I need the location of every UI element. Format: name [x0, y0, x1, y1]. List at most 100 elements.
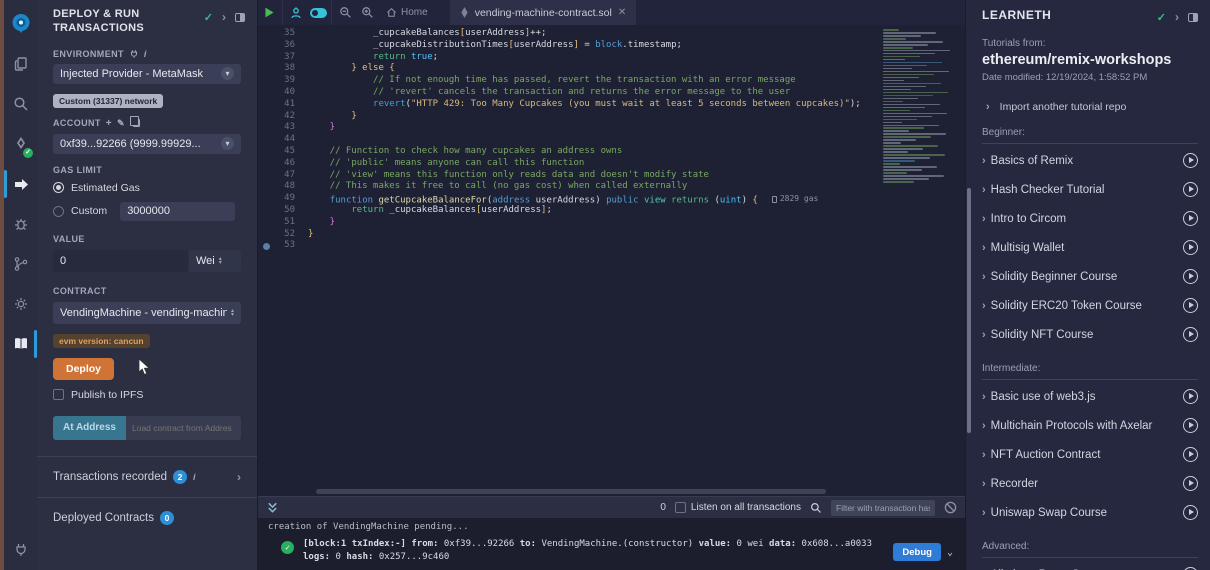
line-number[interactable]: 51: [258, 217, 308, 229]
remix-logo[interactable]: [4, 4, 37, 44]
collapse-panel-icon[interactable]: ›: [222, 10, 226, 24]
sign-message-icon[interactable]: ✎: [117, 118, 125, 129]
line-number[interactable]: 35: [258, 28, 308, 40]
publish-ipfs-checkbox[interactable]: [53, 389, 64, 400]
tutorial-item[interactable]: ›Hash Checker Tutorial: [982, 175, 1198, 204]
play-tutorial-icon[interactable]: [1183, 153, 1198, 168]
copilot-toggle[interactable]: [307, 0, 329, 25]
copy-account-icon[interactable]: [133, 119, 140, 127]
pin-panel-icon[interactable]: [235, 13, 245, 22]
zoom-in-icon[interactable]: [356, 0, 378, 25]
plug-icon[interactable]: [129, 49, 139, 59]
chevron-down-icon[interactable]: ▾: [221, 137, 234, 150]
environment-select[interactable]: Injected Provider - MetaMask ▾: [53, 64, 241, 84]
line-number[interactable]: 48: [258, 181, 308, 193]
value-unit-select[interactable]: Wei ▴▾: [189, 250, 241, 272]
debug-button[interactable]: Debug: [893, 543, 941, 561]
horizontal-scrollbar[interactable]: [316, 489, 826, 494]
zoom-out-icon[interactable]: [334, 0, 356, 25]
play-tutorial-icon[interactable]: [1183, 269, 1198, 284]
breakpoint-dot[interactable]: [263, 243, 270, 250]
line-number[interactable]: 41: [258, 99, 308, 111]
close-tab-icon[interactable]: ✕: [618, 7, 626, 18]
line-number[interactable]: 45: [258, 146, 308, 158]
settings-icon[interactable]: [4, 284, 37, 324]
transactions-recorded-row[interactable]: Transactions recorded 2 i ›: [53, 457, 241, 497]
custom-gas-input[interactable]: [120, 202, 235, 221]
line-number[interactable]: 44: [258, 134, 308, 146]
play-tutorial-icon[interactable]: [1183, 182, 1198, 197]
add-account-icon[interactable]: +: [106, 118, 112, 129]
learneth-icon[interactable]: [4, 324, 37, 364]
run-script-button[interactable]: [258, 0, 280, 25]
tutorial-item[interactable]: ›Intro to Circom: [982, 204, 1198, 233]
value-input[interactable]: [53, 250, 188, 272]
collapse-panel-icon[interactable]: ›: [1175, 10, 1179, 24]
debugger-icon[interactable]: [4, 204, 37, 244]
editor-minimap[interactable]: [883, 29, 959, 184]
code-editor[interactable]: 35 _cupcakeBalances[userAddress]++;36 _c…: [258, 25, 965, 496]
git-icon[interactable]: [4, 244, 37, 284]
search-icon[interactable]: [810, 502, 822, 514]
line-number[interactable]: 39: [258, 75, 308, 87]
at-address-button[interactable]: At Address: [53, 416, 126, 440]
terminal-body[interactable]: creation of VendingMachine pending... ✓ …: [258, 518, 965, 570]
solidity-compiler-icon[interactable]: ✓: [4, 124, 37, 164]
line-number[interactable]: 36: [258, 40, 308, 52]
deploy-run-icon[interactable]: [4, 164, 37, 204]
tutorial-item[interactable]: ›Recorder: [982, 469, 1198, 498]
line-number[interactable]: 40: [258, 87, 308, 99]
tab-vending-machine-contract[interactable]: vending-machine-contract.sol ✕: [450, 0, 637, 25]
tutorial-item[interactable]: ›Solidity Beginner Course: [982, 262, 1198, 291]
tutorial-item[interactable]: ›Solidity NFT Course: [982, 320, 1198, 349]
play-tutorial-icon[interactable]: [1183, 211, 1198, 226]
tutorial-item[interactable]: ›Solidity ERC20 Token Course: [982, 291, 1198, 320]
import-repo-row[interactable]: › Import another tutorial repo: [982, 101, 1198, 113]
deploy-button[interactable]: Deploy: [53, 358, 114, 380]
panel-scrollbar[interactable]: [967, 188, 971, 433]
play-tutorial-icon[interactable]: [1183, 418, 1198, 433]
at-address-input[interactable]: [126, 416, 241, 440]
tutorial-item[interactable]: ›Uniswap Swap Course: [982, 498, 1198, 527]
account-select[interactable]: 0xf39...92266 (9999.99929... ▾: [53, 134, 241, 154]
info-icon[interactable]: i: [193, 472, 196, 482]
line-number[interactable]: 42: [258, 111, 308, 123]
terminal-filter-input[interactable]: [831, 500, 935, 516]
line-number[interactable]: 37: [258, 52, 308, 64]
listen-checkbox[interactable]: [675, 502, 686, 513]
chevron-down-icon[interactable]: ▾: [221, 67, 234, 80]
ai-assistant-icon[interactable]: [285, 0, 307, 25]
line-number[interactable]: 53: [258, 240, 308, 252]
file-explorer-icon[interactable]: [4, 44, 37, 84]
pin-panel-icon[interactable]: [1188, 13, 1198, 22]
play-tutorial-icon[interactable]: [1183, 505, 1198, 520]
line-number[interactable]: 47: [258, 170, 308, 182]
expand-tx-icon[interactable]: ⌄: [947, 547, 953, 558]
tutorial-item[interactable]: ›All about Proxy Contracts: [982, 560, 1198, 570]
transaction-log-row[interactable]: ✓ [block:1 txIndex:-] from: 0xf39...9226…: [268, 538, 955, 564]
play-tutorial-icon[interactable]: [1183, 298, 1198, 313]
line-number[interactable]: 50: [258, 205, 308, 217]
play-tutorial-icon[interactable]: [1183, 476, 1198, 491]
tutorial-item[interactable]: ›Basic use of web3.js: [982, 382, 1198, 411]
play-tutorial-icon[interactable]: [1183, 240, 1198, 255]
home-tab[interactable]: Home: [378, 7, 436, 18]
tutorial-item[interactable]: ›Basics of Remix: [982, 146, 1198, 175]
contract-select[interactable]: VendingMachine - vending-machin ▴▾: [53, 302, 241, 324]
play-tutorial-icon[interactable]: [1183, 327, 1198, 342]
tutorial-item[interactable]: ›Multichain Protocols with Axelar: [982, 411, 1198, 440]
plugin-manager-icon[interactable]: [4, 530, 37, 570]
line-number[interactable]: 38: [258, 63, 308, 75]
info-icon[interactable]: i: [144, 49, 147, 59]
line-number[interactable]: 43: [258, 122, 308, 134]
search-icon[interactable]: [4, 84, 37, 124]
play-tutorial-icon[interactable]: [1183, 389, 1198, 404]
clear-console-icon[interactable]: [944, 501, 957, 514]
tutorial-item[interactable]: ›Multisig Wallet: [982, 233, 1198, 262]
line-number[interactable]: 46: [258, 158, 308, 170]
estimated-gas-radio[interactable]: [53, 182, 64, 193]
chevron-right-icon[interactable]: ›: [237, 470, 241, 484]
expand-terminal-icon[interactable]: [266, 501, 279, 514]
deployed-contracts-row[interactable]: Deployed Contracts 0: [53, 498, 241, 538]
line-number[interactable]: 49: [258, 193, 308, 205]
